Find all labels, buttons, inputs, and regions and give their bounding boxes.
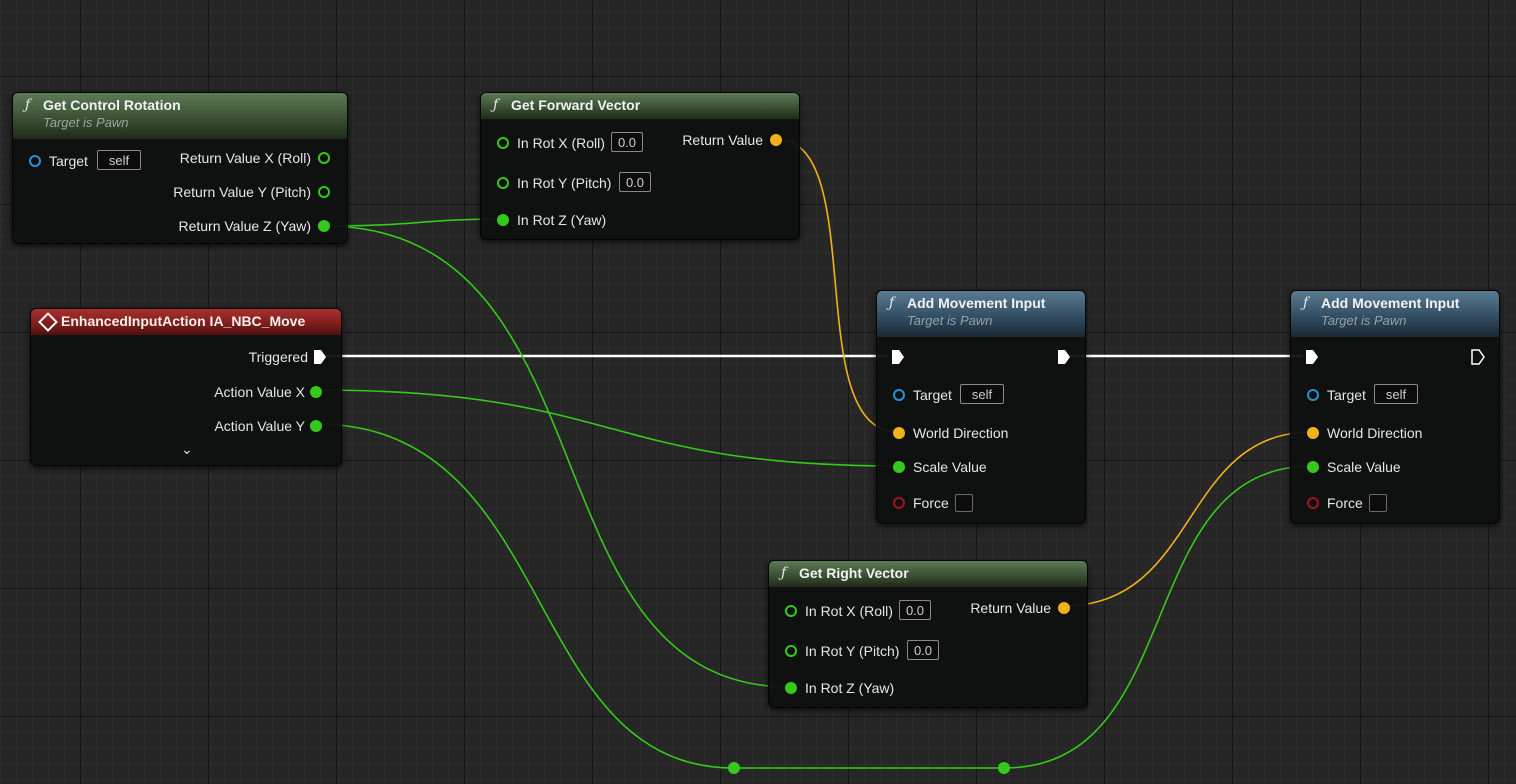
exec-in-pin-icon[interactable]	[1305, 349, 1319, 365]
triggered-label: Triggered	[248, 349, 308, 365]
in-rot-y-label: In Rot Y (Pitch)	[517, 175, 612, 191]
wire-yaw-to-forward-vector[interactable]	[323, 218, 503, 227]
world-direction-label: World Direction	[913, 425, 1009, 441]
in-rot-x-label: In Rot X (Roll)	[805, 603, 893, 619]
action-value-x-label: Action Value X	[214, 384, 305, 400]
target-self-field[interactable]: self	[1374, 384, 1418, 404]
world-direction-pin-icon[interactable]	[893, 427, 905, 439]
in-rot-x-field[interactable]: 0.0	[611, 132, 643, 152]
node-header[interactable]: ƒ Get Control Rotation Target is Pawn	[13, 93, 347, 139]
world-direction-pin-icon[interactable]	[1307, 427, 1319, 439]
scale-value-pin-icon[interactable]	[893, 461, 905, 473]
node-get-control-rotation[interactable]: ƒ Get Control Rotation Target is Pawn Ta…	[12, 92, 348, 244]
return-value-pin-icon[interactable]	[770, 134, 782, 146]
in-rot-x-field[interactable]: 0.0	[899, 600, 931, 620]
node-enhanced-input-action[interactable]: EnhancedInputAction IA_NBC_Move Triggere…	[30, 308, 342, 466]
scale-value-label: Scale Value	[913, 459, 987, 475]
action-value-y-label: Action Value Y	[214, 418, 305, 434]
node-get-right-vector[interactable]: ƒ Get Right Vector In Rot X (Roll) 0.0 R…	[768, 560, 1088, 708]
return-value-label: Return Value	[970, 600, 1051, 616]
world-direction-label: World Direction	[1327, 425, 1423, 441]
return-value-pin-icon[interactable]	[1058, 602, 1070, 614]
function-icon: ƒ	[25, 97, 31, 113]
node-subtitle: Target is Pawn	[43, 115, 129, 130]
node-title: Get Control Rotation	[43, 97, 181, 113]
function-icon: ƒ	[493, 97, 499, 113]
in-rot-x-pin-icon[interactable]	[497, 137, 509, 149]
reroute-node-2[interactable]	[998, 762, 1010, 774]
in-rot-y-label: In Rot Y (Pitch)	[805, 643, 900, 659]
node-header[interactable]: ƒ Get Forward Vector	[481, 93, 799, 119]
target-self-field[interactable]: self	[97, 150, 141, 170]
scale-value-label: Scale Value	[1327, 459, 1401, 475]
reroute-node-1[interactable]	[728, 762, 740, 774]
in-rot-z-label: In Rot Z (Yaw)	[805, 680, 895, 696]
target-label: Target	[1327, 387, 1366, 403]
exec-in-pin-icon[interactable]	[891, 349, 905, 365]
action-value-x-pin-icon[interactable]	[310, 386, 322, 398]
in-rot-x-label: In Rot X (Roll)	[517, 135, 605, 151]
return-x-label: Return Value X (Roll)	[179, 150, 311, 166]
expand-chevron-icon[interactable]: ⌄	[181, 441, 193, 458]
force-pin-icon[interactable]	[1307, 497, 1319, 509]
in-rot-y-pin-icon[interactable]	[497, 177, 509, 189]
node-title: Add Movement Input	[1321, 295, 1460, 311]
node-subtitle: Target is Pawn	[1321, 313, 1407, 328]
wire-right-vector-to-world-direction[interactable]	[1062, 431, 1313, 607]
wire-action-x-to-scale-value[interactable]	[315, 389, 899, 467]
function-icon: ƒ	[1303, 295, 1309, 311]
action-value-y-pin-icon[interactable]	[310, 420, 322, 432]
node-header[interactable]: ƒ Get Right Vector	[769, 561, 1087, 587]
in-rot-x-pin-icon[interactable]	[785, 605, 797, 617]
in-rot-y-field[interactable]: 0.0	[907, 640, 939, 660]
target-label: Target	[913, 387, 952, 403]
return-z-pin-icon[interactable]	[318, 220, 330, 232]
node-title: Get Right Vector	[799, 565, 909, 581]
in-rot-z-label: In Rot Z (Yaw)	[517, 212, 607, 228]
function-icon: ƒ	[889, 295, 895, 311]
node-header[interactable]: ƒ Add Movement Input Target is Pawn	[1291, 291, 1499, 337]
force-checkbox[interactable]	[955, 494, 973, 512]
node-add-movement-input-1[interactable]: ƒ Add Movement Input Target is Pawn Targ…	[876, 290, 1086, 524]
return-y-pin-icon[interactable]	[318, 186, 330, 198]
exec-out-pin-icon[interactable]	[1471, 349, 1485, 365]
target-self-field[interactable]: self	[960, 384, 1004, 404]
wire-yaw-to-right-vector[interactable]	[323, 225, 791, 688]
in-rot-y-pin-icon[interactable]	[785, 645, 797, 657]
target-pin-icon[interactable]	[893, 389, 905, 401]
exec-out-pin-icon[interactable]	[313, 349, 327, 365]
node-title: Get Forward Vector	[511, 97, 641, 113]
wire-action-y-to-reroute[interactable]	[315, 423, 735, 769]
target-pin-icon[interactable]	[29, 155, 41, 167]
node-title: Add Movement Input	[907, 295, 1046, 311]
force-label: Force	[913, 495, 949, 511]
force-label: Force	[1327, 495, 1363, 511]
exec-out-pin-icon[interactable]	[1057, 349, 1071, 365]
event-diamond-icon	[38, 312, 58, 332]
node-title: EnhancedInputAction IA_NBC_Move	[61, 313, 306, 329]
force-checkbox[interactable]	[1369, 494, 1387, 512]
function-icon: ƒ	[781, 565, 787, 581]
in-rot-z-pin-icon[interactable]	[497, 214, 509, 226]
target-label: Target	[49, 153, 88, 169]
force-pin-icon[interactable]	[893, 497, 905, 509]
return-value-label: Return Value	[682, 132, 763, 148]
node-header[interactable]: EnhancedInputAction IA_NBC_Move	[31, 309, 341, 335]
return-x-pin-icon[interactable]	[318, 152, 330, 164]
node-add-movement-input-2[interactable]: ƒ Add Movement Input Target is Pawn Targ…	[1290, 290, 1500, 524]
return-y-label: Return Value Y (Pitch)	[173, 184, 311, 200]
node-subtitle: Target is Pawn	[907, 313, 993, 328]
scale-value-pin-icon[interactable]	[1307, 461, 1319, 473]
node-header[interactable]: ƒ Add Movement Input Target is Pawn	[877, 291, 1085, 337]
return-z-label: Return Value Z (Yaw)	[178, 218, 311, 234]
in-rot-z-pin-icon[interactable]	[785, 682, 797, 694]
target-pin-icon[interactable]	[1307, 389, 1319, 401]
node-get-forward-vector[interactable]: ƒ Get Forward Vector In Rot X (Roll) 0.0…	[480, 92, 800, 240]
in-rot-y-field[interactable]: 0.0	[619, 172, 651, 192]
